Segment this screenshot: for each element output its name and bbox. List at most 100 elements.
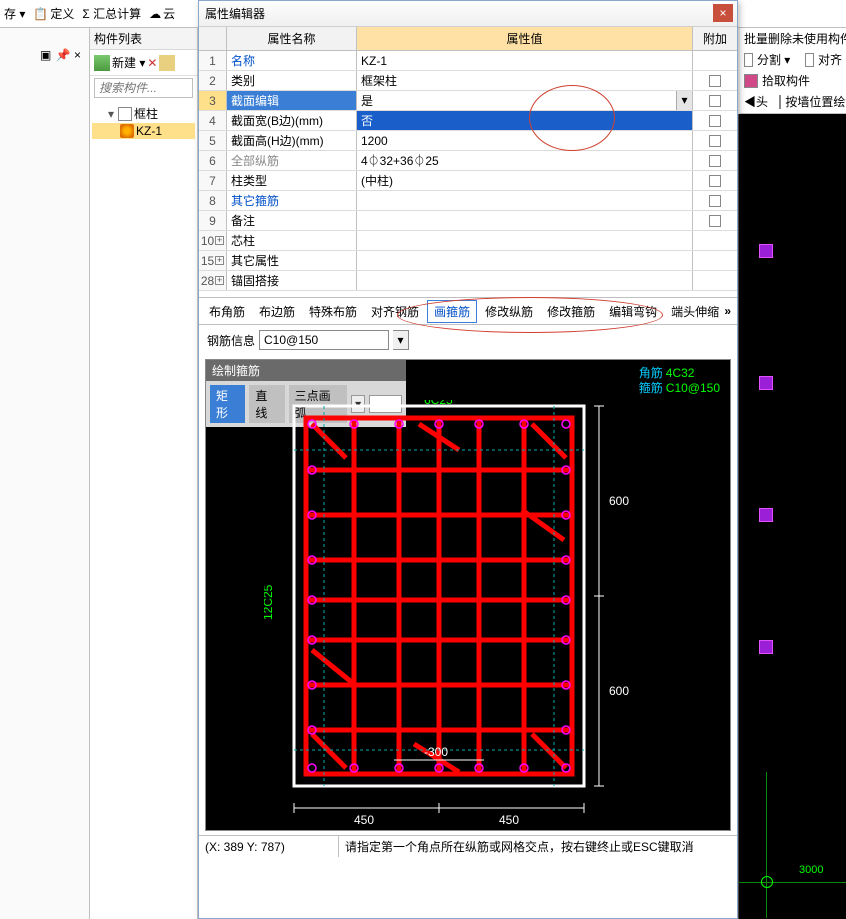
prop-value[interactable] [357, 231, 693, 250]
tab-2[interactable]: 特殊布筋 [303, 301, 363, 322]
rebar-tabbar: 布角筋布边筋特殊布筋对齐钢筋画箍筋修改纵筋修改箍筋编辑弯钩端头伸缩» [199, 297, 737, 325]
prop-extra [693, 111, 737, 130]
model-viewport[interactable]: 3000 [738, 114, 846, 919]
tab-5[interactable]: 修改纵筋 [479, 301, 539, 322]
split-icon [744, 53, 753, 67]
expand-icon[interactable]: + [215, 276, 224, 285]
column-marker[interactable] [759, 508, 773, 522]
checkbox[interactable] [709, 135, 721, 147]
sum-button[interactable]: Σ 汇总计算 [82, 5, 141, 22]
property-row[interactable]: 5截面高(H边)(mm)1200 [199, 131, 737, 151]
checkbox[interactable] [709, 195, 721, 207]
row-index: 10+ [199, 231, 227, 250]
property-row[interactable]: 4截面宽(B边)(mm)否 [199, 111, 737, 131]
delete-button[interactable]: ✕ [147, 56, 157, 70]
stirrup-value: C10@150 [666, 381, 720, 395]
prop-value[interactable] [357, 211, 693, 230]
col-value[interactable]: 属性值 [357, 27, 693, 50]
prop-value[interactable] [357, 251, 693, 270]
tabs-more-button[interactable]: » [724, 304, 731, 318]
cloud-button[interactable]: ☁ 云 [149, 5, 175, 22]
dim-600a: 600 [609, 494, 629, 508]
new-button[interactable]: 新建 ▾ [112, 54, 145, 71]
property-row[interactable]: 15+其它属性 [199, 251, 737, 271]
prop-value[interactable]: 框架柱 [357, 71, 693, 90]
dialog-titlebar[interactable]: 属性编辑器 × [199, 1, 737, 27]
pick-component-button[interactable]: 拾取构件 [762, 72, 810, 89]
property-row[interactable]: 2类别框架柱 [199, 71, 737, 91]
property-row[interactable]: 1名称KZ-1 [199, 51, 737, 71]
checkbox[interactable] [709, 215, 721, 227]
tree-node-kz1[interactable]: KZ-1 [92, 123, 195, 139]
tab-8[interactable]: 端头伸缩 [665, 301, 725, 322]
dock-pin-icon[interactable]: ▣ [40, 48, 51, 62]
prop-value[interactable]: (中柱) [357, 171, 693, 190]
tree-node-root[interactable]: ▾ 框柱 [92, 104, 195, 123]
checkbox[interactable] [709, 75, 721, 87]
property-row[interactable]: 3截面编辑是▾ [199, 91, 737, 111]
search-input[interactable] [94, 78, 193, 98]
define-label: 定义 [50, 5, 74, 22]
property-row[interactable]: 28+锚固搭接 [199, 271, 737, 291]
row-index: 2 [199, 71, 227, 90]
expand-icon[interactable]: + [215, 236, 224, 245]
prop-value[interactable]: 是▾ [357, 91, 693, 110]
column-marker[interactable] [759, 244, 773, 258]
prop-extra [693, 71, 737, 90]
checkbox[interactable] [709, 175, 721, 187]
tab-4[interactable]: 画箍筋 [427, 300, 477, 323]
checkbox[interactable] [709, 95, 721, 107]
draw-by-wall-button[interactable]: 按墙位置绘制 [785, 93, 846, 110]
row-index: 15+ [199, 251, 227, 270]
component-icon [120, 124, 134, 138]
tab-3[interactable]: 对齐钢筋 [365, 301, 425, 322]
prop-value[interactable]: 4⏀32+36⏀25 [357, 151, 693, 170]
save-button[interactable]: 存 ▾ [4, 5, 25, 22]
pin-icon[interactable]: 📌 × [56, 48, 81, 62]
top-bar-label: 6C25 [424, 400, 453, 407]
tree-label: 框柱 [134, 105, 158, 122]
expander-icon[interactable]: ▾ [106, 107, 116, 121]
row-index: 7 [199, 171, 227, 190]
property-row[interactable]: 6全部纵筋4⏀32+36⏀25 [199, 151, 737, 171]
property-row[interactable]: 10+芯柱 [199, 231, 737, 251]
prop-value[interactable]: 1200 [357, 131, 693, 150]
property-row[interactable]: 7柱类型(中柱) [199, 171, 737, 191]
tab-0[interactable]: 布角筋 [203, 301, 251, 322]
row-index: 9 [199, 211, 227, 230]
component-tree: ▾ 框柱 KZ-1 [90, 100, 197, 143]
close-button[interactable]: × [713, 4, 733, 22]
checkbox[interactable] [709, 115, 721, 127]
column-marker[interactable] [759, 640, 773, 654]
prop-value[interactable] [357, 271, 693, 290]
rebar-info-input[interactable] [259, 330, 389, 350]
prop-value[interactable]: 否 [357, 111, 693, 130]
shape-rect-button[interactable]: 矩形 [210, 385, 245, 423]
property-row[interactable]: 9备注 [199, 211, 737, 231]
tab-6[interactable]: 修改箍筋 [541, 301, 601, 322]
column-marker[interactable] [759, 376, 773, 390]
property-editor-dialog: 属性编辑器 × 属性名称 属性值 附加 1名称KZ-12类别框架柱3截面编辑是▾… [198, 0, 738, 919]
tab-1[interactable]: 布边筋 [253, 301, 301, 322]
section-canvas[interactable]: 绘制箍筋 矩形 直线 三点画弧 ▾ 角筋 4C32 箍筋 C10@150 [205, 359, 731, 831]
split-button[interactable]: 分割 ▾ [757, 51, 790, 68]
align-button[interactable]: 对齐 [818, 51, 842, 68]
rebar-info-dropdown[interactable]: ▾ [393, 330, 409, 350]
copy-icon[interactable] [159, 55, 175, 71]
dropdown-button[interactable]: ▾ [676, 91, 692, 110]
prop-extra [693, 271, 737, 290]
cloud-label: 云 [163, 5, 175, 22]
property-row[interactable]: 8其它箍筋 [199, 191, 737, 211]
prop-name: 备注 [227, 211, 357, 230]
expand-icon[interactable]: + [215, 256, 224, 265]
tab-7[interactable]: 编辑弯钩 [603, 301, 663, 322]
prop-value[interactable] [357, 191, 693, 210]
component-panel-title: 构件列表 [90, 28, 197, 50]
define-button[interactable]: 📋 定义 [33, 5, 74, 22]
new-label: 新建 [112, 56, 136, 70]
batch-delete-button[interactable]: 批量删除未使用构件 [744, 30, 846, 47]
prop-value[interactable]: KZ-1 [357, 51, 693, 70]
checkbox[interactable] [709, 155, 721, 167]
folder-icon [118, 107, 132, 121]
prop-name: 名称 [227, 51, 357, 70]
